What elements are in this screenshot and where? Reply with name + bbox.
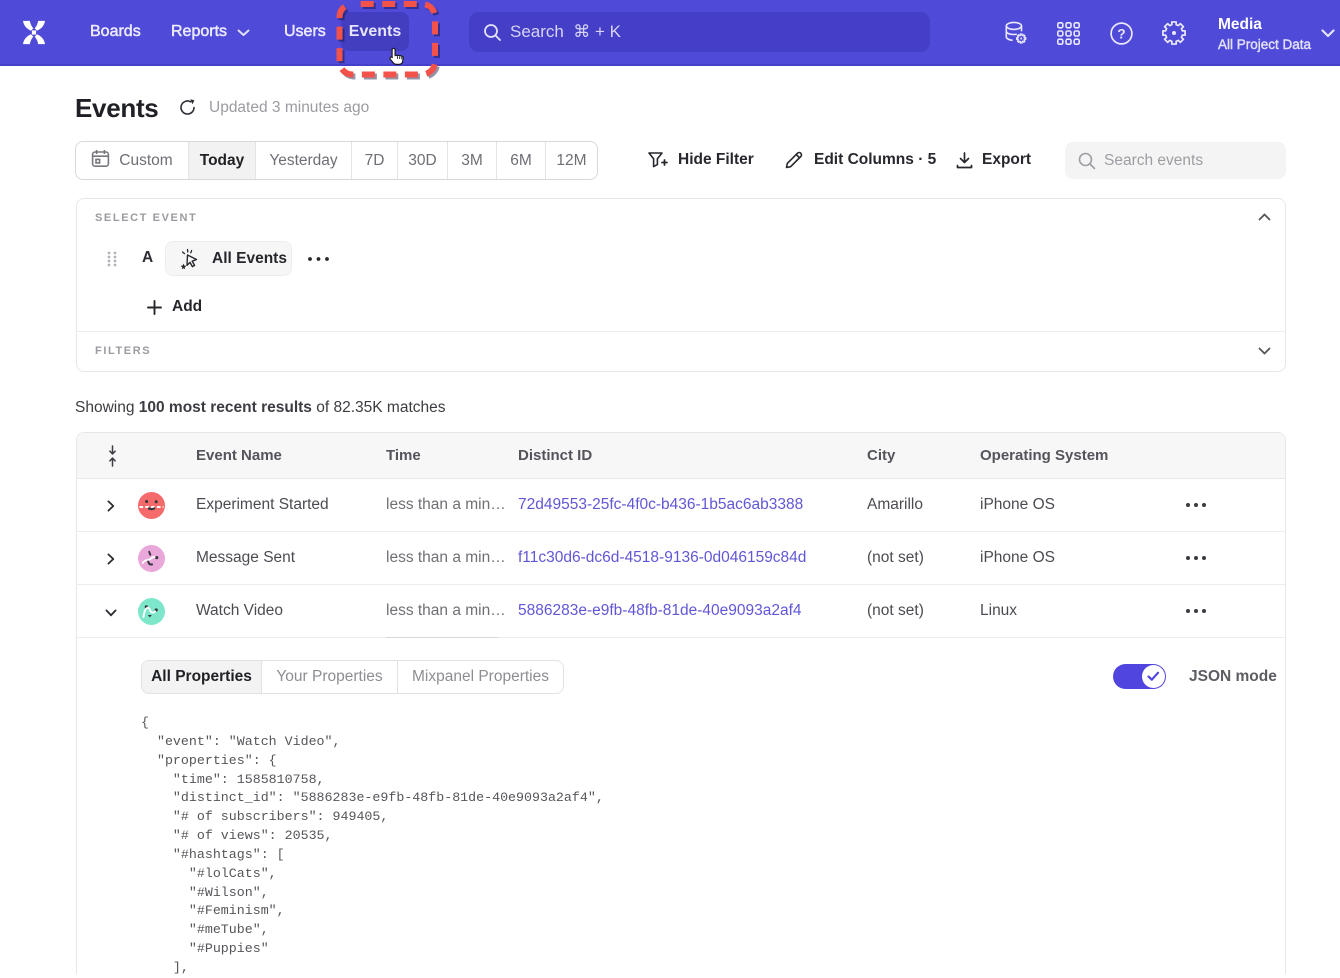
svg-text:?: ? — [1117, 26, 1125, 41]
